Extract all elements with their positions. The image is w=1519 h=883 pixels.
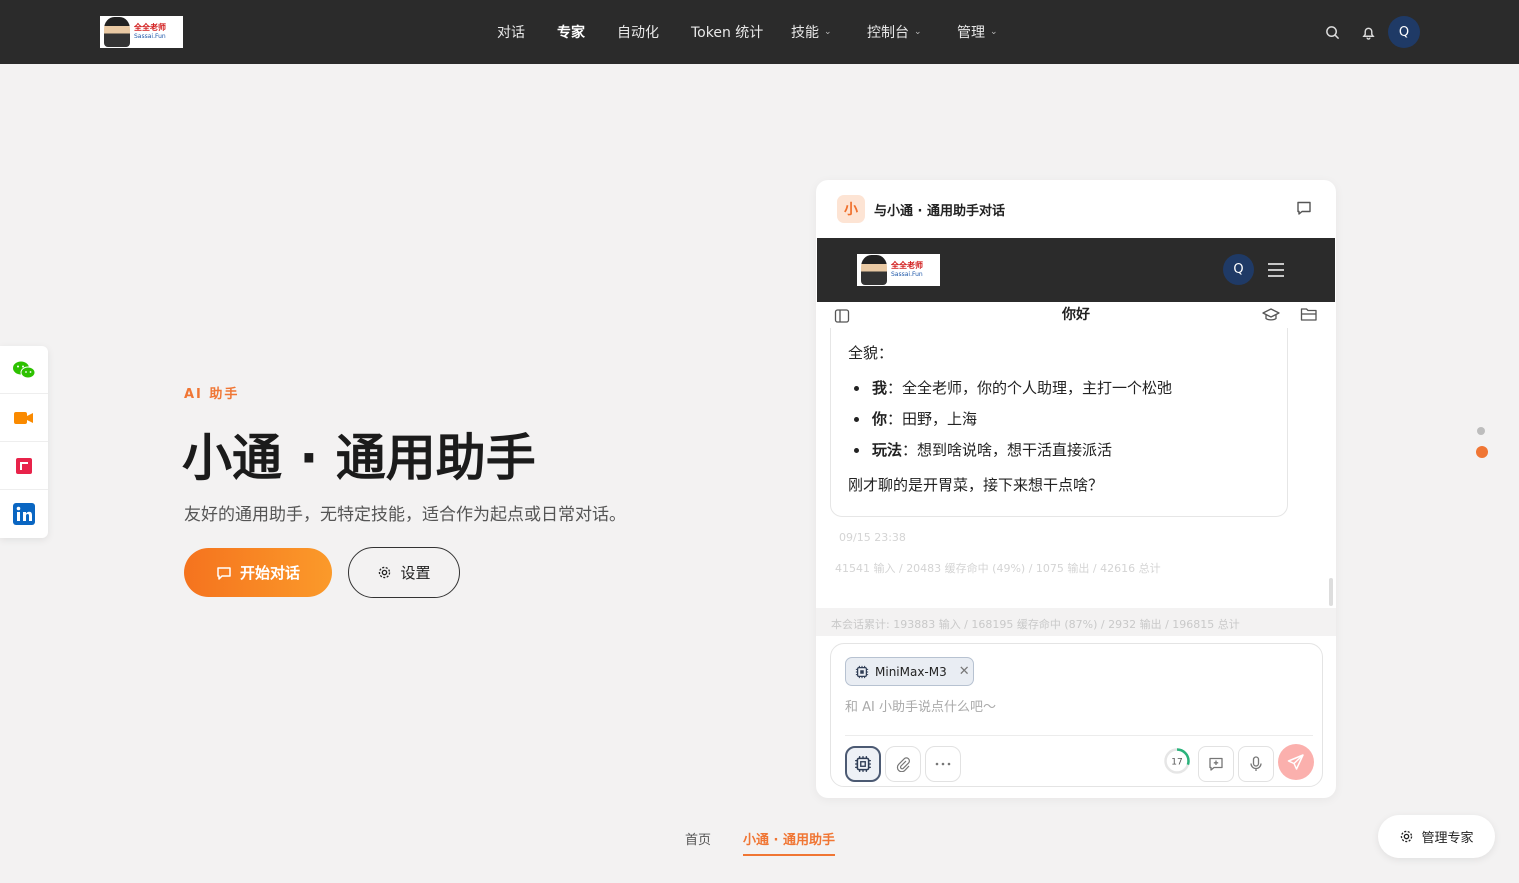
expert-badge: 小: [837, 195, 865, 223]
chat-icon[interactable]: [1296, 200, 1312, 220]
more-options-button[interactable]: [925, 746, 961, 782]
embedded-subheader: 你好: [816, 302, 1336, 328]
chevron-down-icon: ⌄: [824, 27, 832, 37]
session-token-usage: 本会话累计: 193883 输入 / 168195 缓存命中 (87%) / 2…: [831, 618, 1240, 631]
embedded-avatar[interactable]: Q: [1223, 254, 1254, 285]
message-closing: 刚才聊的是开胃菜，接下来想干点啥？: [848, 476, 1104, 494]
settings-button[interactable]: 设置: [348, 547, 460, 598]
new-topic-button[interactable]: [1198, 746, 1234, 782]
message-heading: 全貌：: [848, 344, 894, 362]
close-icon[interactable]: ✕: [959, 664, 970, 679]
card-title: 与小通 · 通用助手对话: [874, 204, 1005, 219]
list-item: 你：田野，上海: [848, 409, 1270, 429]
logo-brand: 全全老师 Sassai.Fun: [134, 23, 166, 40]
list-item: 我：全全老师，你的个人助理，主打一个松弛: [848, 378, 1270, 398]
video-icon[interactable]: [0, 394, 48, 442]
model-name: MiniMax-M3: [875, 664, 947, 679]
send-icon: [1287, 754, 1304, 770]
logo-portrait: [104, 17, 130, 47]
logo-brand: 全全老师 Sassai.Fun: [891, 261, 923, 278]
attach-button[interactable]: [885, 746, 921, 782]
user-avatar[interactable]: Q: [1388, 16, 1420, 48]
breadcrumb-current: 小通 · 通用助手: [743, 829, 835, 856]
chat-plus-icon: [1209, 757, 1223, 771]
chevron-down-icon: ⌄: [990, 27, 998, 37]
chip-icon: [855, 756, 871, 772]
message-timestamp: 09/15 23:38: [839, 531, 906, 544]
page-subtitle: 友好的通用助手，无特定技能，适合作为起点或日常对话。: [184, 505, 626, 525]
linkedin-icon[interactable]: [0, 490, 48, 538]
nav-console[interactable]: 控制台 ⌄: [867, 0, 922, 64]
nav-automation[interactable]: 自动化: [617, 0, 659, 64]
folder-open-icon[interactable]: [1300, 306, 1318, 326]
hero-eyebrow: AI 助手: [184, 387, 240, 402]
more-icon: [935, 762, 951, 766]
section-dot-active[interactable]: [1476, 446, 1488, 458]
nav-experts[interactable]: 专家: [557, 0, 585, 64]
divider: [845, 735, 1313, 736]
model-select-button[interactable]: [845, 746, 881, 782]
assistant-message: 全貌： 我：全全老师，你的个人助理，主打一个松弛 你：田野，上海 玩法：想到啥说…: [830, 320, 1288, 517]
list-item: 玩法：想到啥说啥，想干活直接派活: [848, 440, 1270, 460]
microphone-icon: [1250, 756, 1262, 771]
nav-chat[interactable]: 对话: [497, 0, 525, 64]
chip-icon: [855, 665, 869, 678]
graduation-cap-icon[interactable]: [1262, 307, 1280, 327]
menu-icon[interactable]: [1267, 262, 1285, 282]
site-logo[interactable]: 全全老师 Sassai.Fun: [100, 16, 183, 48]
card-header: 小 与小通 · 通用助手对话: [816, 180, 1336, 238]
nav-admin[interactable]: 管理 ⌄: [957, 0, 998, 64]
nav-token-stats[interactable]: Token 统计: [691, 0, 763, 64]
model-chip[interactable]: MiniMax-M3 ✕: [845, 657, 974, 686]
bell-icon[interactable]: [1358, 22, 1378, 42]
search-icon[interactable]: [1322, 22, 1342, 42]
embedded-logo: 全全老师 Sassai.Fun: [857, 254, 940, 286]
turn-token-usage: 41541 输入 / 20483 缓存命中 (49%) / 1075 输出 / …: [835, 562, 1161, 575]
manage-experts-button[interactable]: 管理专家: [1378, 815, 1495, 858]
chat-bubble-icon: [217, 566, 231, 580]
voice-input-button[interactable]: [1238, 746, 1274, 782]
wechat-icon[interactable]: [0, 346, 48, 394]
send-button[interactable]: [1278, 744, 1314, 780]
message-composer: MiniMax-M3 ✕ 和 AI 小助手说点什么吧～ 17: [830, 643, 1323, 787]
message-list: 我：全全老师，你的个人助理，主打一个松弛 你：田野，上海 玩法：想到啥说啥，想干…: [848, 378, 1270, 460]
scrollbar[interactable]: [1329, 578, 1333, 606]
logo-portrait: [861, 255, 887, 285]
paperclip-icon: [896, 757, 910, 772]
breadcrumb-home[interactable]: 首页: [685, 829, 711, 848]
top-navbar: 全全老师 Sassai.Fun 对话 专家 自动化 Token 统计 技能 ⌄ 控制…: [0, 0, 1519, 64]
embedded-navbar: 全全老师 Sassai.Fun Q: [817, 238, 1335, 302]
session-usage-bar: 本会话累计: 193883 输入 / 168195 缓存命中 (87%) / 2…: [816, 608, 1336, 636]
section-dot[interactable]: [1477, 427, 1485, 435]
context-usage-ring: 17: [1163, 747, 1191, 775]
xiaohongshu-icon[interactable]: [0, 442, 48, 490]
message-input[interactable]: 和 AI 小助手说点什么吧～: [845, 696, 996, 715]
start-chat-button[interactable]: 开始对话: [184, 548, 332, 597]
conversation-title: 你好: [1062, 307, 1090, 323]
context-count: 17: [1171, 758, 1182, 768]
chat-preview-card: 小 与小通 · 通用助手对话 全全老师 Sassai.Fun Q 全貌： 我：全全…: [816, 180, 1336, 798]
social-links: [0, 346, 48, 538]
chevron-down-icon: ⌄: [914, 27, 922, 37]
nav-skills[interactable]: 技能 ⌄: [791, 0, 832, 64]
gear-icon: [1401, 830, 1413, 843]
gear-icon: [379, 566, 391, 579]
page-title: 小通 · 通用助手: [182, 429, 536, 487]
